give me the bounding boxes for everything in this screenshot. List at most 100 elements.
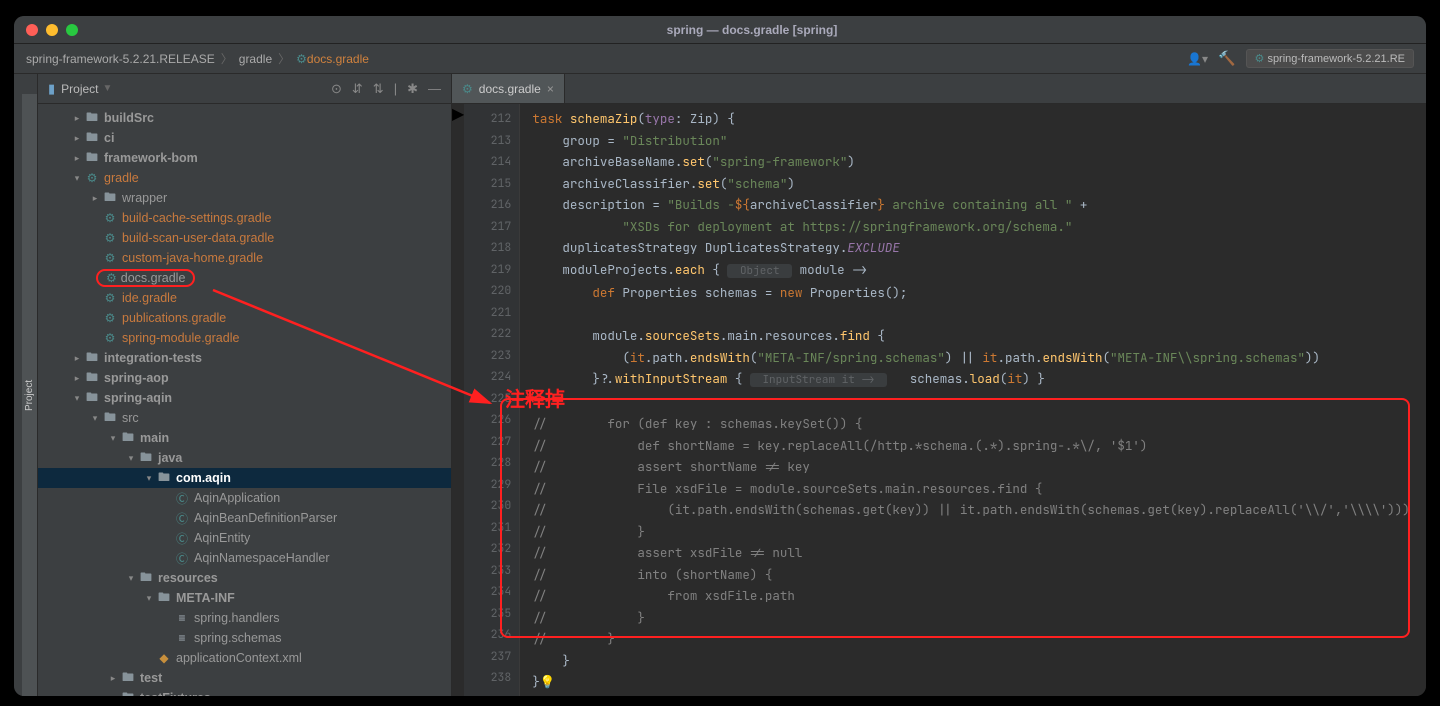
tree-item[interactable]: ⚙custom-java-home.gradle	[38, 248, 451, 268]
tree-item-label: AqinBeanDefinitionParser	[194, 511, 337, 525]
tree-item[interactable]: ⒸAqinEntity	[38, 528, 451, 548]
close-icon[interactable]	[26, 24, 38, 36]
tree-item-label: spring.schemas	[194, 631, 282, 645]
pkg-icon: 🖿	[120, 688, 136, 697]
annotation-highlight	[500, 398, 1410, 638]
txt-icon: ≡	[174, 631, 190, 645]
tree-item[interactable]: ▾🖿main	[38, 428, 451, 448]
project-panel: ▮ Project ▼ ⊙ ⇵ ⇅ | ✱ — ▸🖿buildSrc▸🖿ci▸🖿…	[38, 74, 452, 696]
tree-item[interactable]: ⚙ide.gradle	[38, 288, 451, 308]
gradle-icon: ⚙	[102, 331, 118, 345]
project-tree[interactable]: ▸🖿buildSrc▸🖿ci▸🖿framework-bom▾⚙gradle▸🖿w…	[38, 104, 451, 696]
tool-window-stripe: Project Commit DB Browser	[14, 74, 38, 696]
tree-item-label: main	[140, 431, 169, 445]
tree-item-label: build-scan-user-data.gradle	[122, 231, 274, 245]
tree-item-label: custom-java-home.gradle	[122, 251, 263, 265]
tree-item[interactable]: Ⓒ AqinBeanDefinitionParser	[38, 508, 451, 528]
tree-item[interactable]: ⒸAqinNamespaceHandler	[38, 548, 451, 568]
minimize-icon[interactable]	[46, 24, 58, 36]
tree-item[interactable]: ▾🖿com.aqin	[38, 468, 451, 488]
editor-tab-docs-gradle[interactable]: ⚙ docs.gradle ×	[452, 74, 565, 103]
tree-item[interactable]: ≡ spring.schemas	[38, 628, 451, 648]
pkg-icon: 🖿	[120, 428, 136, 449]
tree-item[interactable]: ▸🖿test	[38, 668, 451, 688]
pkg-icon: 🖿	[120, 668, 136, 689]
tree-item[interactable]: ▾🖿META-INF	[38, 588, 451, 608]
annotation-circle: ⚙ docs.gradle	[96, 269, 195, 287]
tree-item[interactable]: ▸🖿buildSrc	[38, 108, 451, 128]
annotation-label: 注释掉	[505, 383, 565, 412]
tree-item[interactable]: ⒸAqinApplication	[38, 488, 451, 508]
collapse-icon[interactable]: ⇅	[373, 81, 384, 97]
tree-item[interactable]: ▾🖿resources	[38, 568, 451, 588]
tree-item-label: spring-aop	[104, 371, 169, 385]
tree-item[interactable]: ⚙build-cache-settings.gradle	[38, 208, 451, 228]
tree-item-label: AqinEntity	[194, 531, 250, 545]
run-config-selector[interactable]: ⚙ spring-framework-5.2.21.RE	[1246, 49, 1414, 68]
folder-icon: ▮	[48, 81, 55, 97]
tree-item-label: META-INF	[176, 591, 235, 605]
tree-item[interactable]: ⚙build-scan-user-data.gradle	[38, 228, 451, 248]
gradle-icon: ⚙	[296, 52, 307, 66]
minimize-panel-icon[interactable]: —	[428, 81, 441, 97]
tree-item[interactable]: ▾🖿spring-aqin	[38, 388, 451, 408]
breadcrumb-file[interactable]: docs.gradle	[307, 52, 369, 66]
dir-icon: 🖿	[84, 108, 100, 129]
locate-icon[interactable]: ⊙	[331, 81, 342, 97]
gradle-icon: ⚙	[462, 82, 473, 96]
close-tab-icon[interactable]: ×	[547, 82, 554, 96]
tree-item[interactable]: ⚙publications.gradle	[38, 308, 451, 328]
tree-item-label: testFixtures	[140, 691, 211, 696]
tree-item[interactable]: ▸🖿testFixtures	[38, 688, 451, 696]
panel-title: Project	[61, 82, 98, 96]
maximize-icon[interactable]	[66, 24, 78, 36]
tree-item-label: docs.gradle	[121, 271, 186, 285]
tree-item[interactable]: ▸🖿framework-bom	[38, 148, 451, 168]
expand-icon[interactable]: ⇵	[352, 81, 363, 97]
dir-icon: 🖿	[84, 368, 100, 389]
tree-item-label: spring-aqin	[104, 391, 172, 405]
run-gutter-icon[interactable]: ▶	[452, 104, 464, 696]
tree-item[interactable]: ⚙ docs.gradle	[38, 268, 451, 288]
tree-item[interactable]: ◆applicationContext.xml	[38, 648, 451, 668]
tree-item-label: spring-module.gradle	[122, 331, 239, 345]
gear-icon[interactable]: ✱	[407, 81, 418, 97]
tree-item[interactable]: ▾⚙gradle	[38, 168, 451, 188]
panel-header: ▮ Project ▼ ⊙ ⇵ ⇅ | ✱ —	[38, 74, 451, 104]
breadcrumb-folder[interactable]: gradle	[239, 52, 272, 66]
build-icon[interactable]: 🔨	[1218, 50, 1235, 67]
tree-item[interactable]: ⚙ spring-module.gradle	[38, 328, 451, 348]
tree-item-label: src	[122, 411, 139, 425]
tree-item-label: framework-bom	[104, 151, 198, 165]
editor: ⚙ docs.gradle × ▶ 212 213 214 215 216 21…	[452, 74, 1426, 696]
gradle-icon: ⚙	[102, 211, 118, 225]
tab-label: docs.gradle	[479, 82, 541, 96]
tree-item-label: com.aqin	[176, 471, 231, 485]
gradle-icon: ⚙	[102, 311, 118, 325]
chevron-down-icon[interactable]: ▼	[103, 83, 113, 94]
dir-icon: 🖿	[102, 408, 118, 429]
tree-item[interactable]: ≡spring.handlers	[38, 608, 451, 628]
tree-item[interactable]: ▸🖿spring-aop	[38, 368, 451, 388]
java-icon: Ⓒ	[174, 510, 190, 527]
tree-item-label: wrapper	[122, 191, 167, 205]
tree-item-label: applicationContext.xml	[176, 651, 302, 665]
tree-item[interactable]: ▸🖿ci	[38, 128, 451, 148]
user-icon[interactable]: 👤▾	[1187, 52, 1208, 66]
tree-item-label: spring.handlers	[194, 611, 279, 625]
project-tool-tab[interactable]: Project	[22, 94, 37, 696]
breadcrumb-root[interactable]: spring-framework-5.2.21.RELEASE	[26, 52, 215, 66]
tree-item-label: buildSrc	[104, 111, 154, 125]
editor-tabs: ⚙ docs.gradle ×	[452, 74, 1426, 104]
tree-item-label: resources	[158, 571, 218, 585]
tree-item-label: AqinNamespaceHandler	[194, 551, 330, 565]
tree-item-label: java	[158, 451, 182, 465]
gradle-icon: ⚙	[106, 271, 117, 285]
tree-item[interactable]: ▾🖿java	[38, 448, 451, 468]
tree-item[interactable]: ▸🖿wrapper	[38, 188, 451, 208]
tree-item-label: integration-tests	[104, 351, 202, 365]
dir-icon: 🖿	[84, 128, 100, 149]
tree-item[interactable]: ▾🖿src	[38, 408, 451, 428]
tree-item-label: AqinApplication	[194, 491, 280, 505]
tree-item[interactable]: ▸🖿integration-tests	[38, 348, 451, 368]
